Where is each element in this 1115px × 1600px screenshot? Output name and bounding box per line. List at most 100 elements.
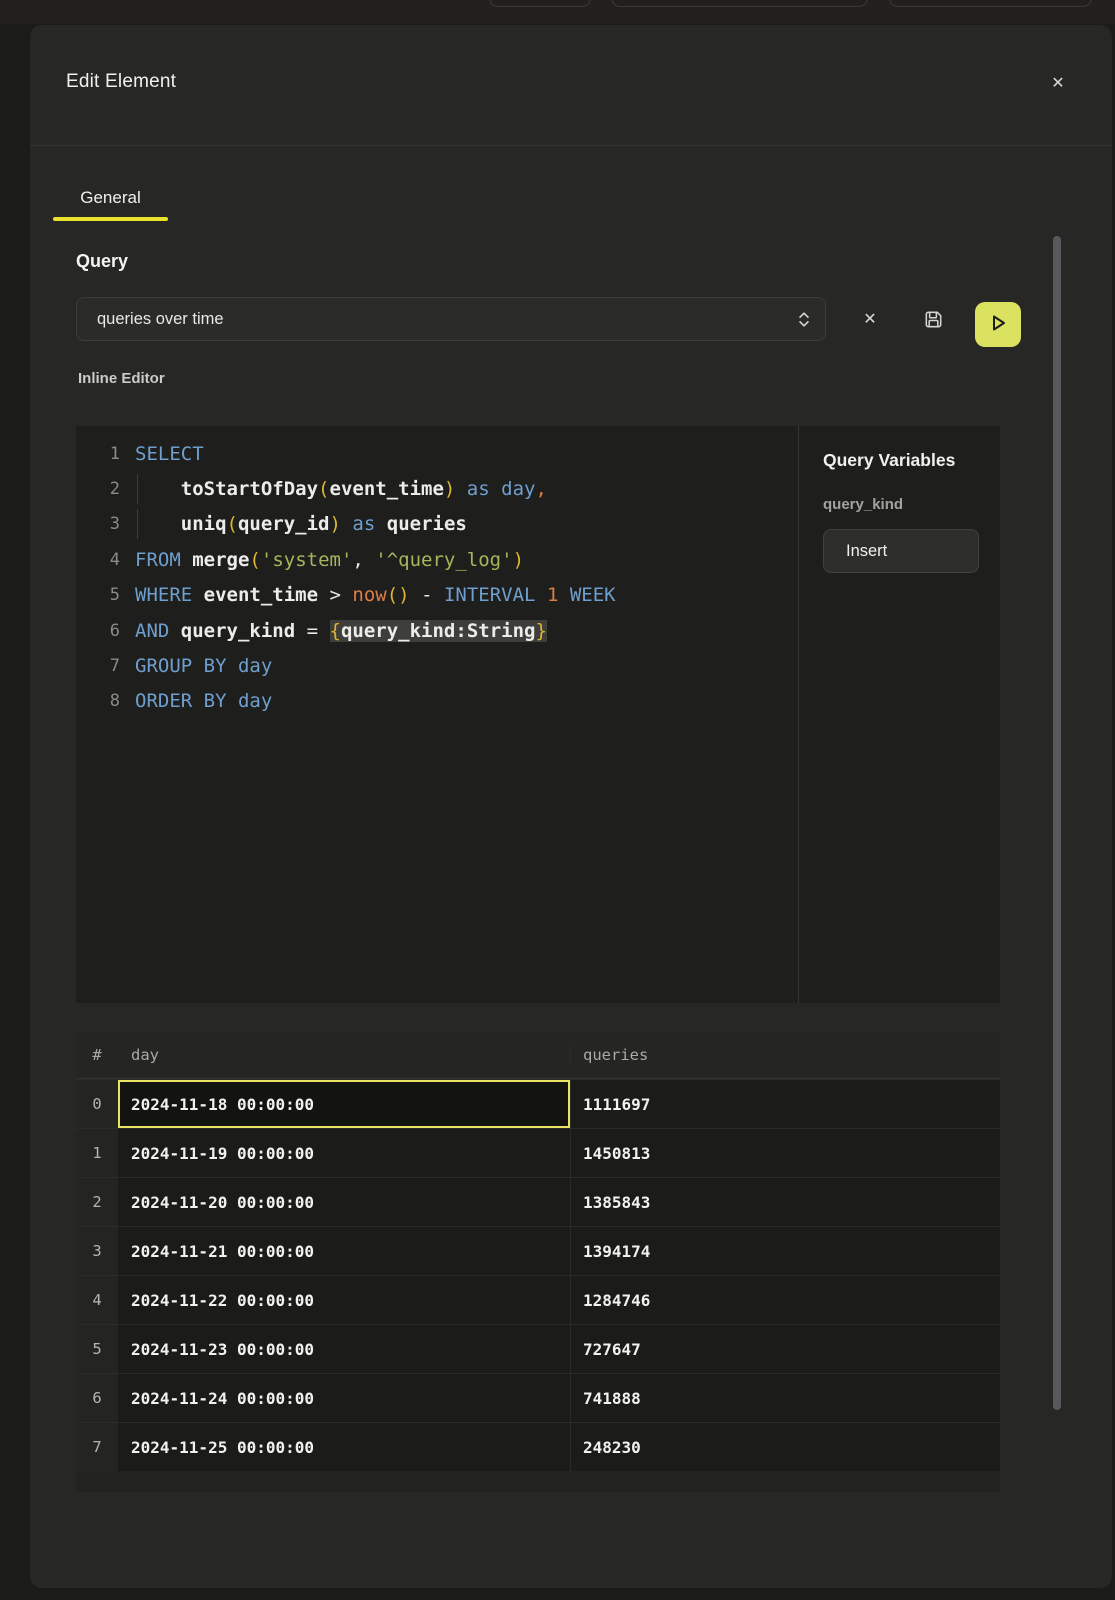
code-token: GROUP BY day xyxy=(135,655,272,677)
table-row: 52024-11-23 00:00:00727647 xyxy=(76,1324,1000,1373)
line-number: 5 xyxy=(76,585,120,605)
close-icon[interactable]: ✕ xyxy=(1042,67,1074,99)
queries-cell[interactable]: 1450813 xyxy=(570,1128,1000,1177)
save-icon[interactable] xyxy=(915,301,951,337)
code-token: merge xyxy=(192,549,249,571)
line-number: 3 xyxy=(76,514,120,534)
code-token: ORDER BY day xyxy=(135,690,272,712)
table-row: 12024-11-19 00:00:001450813 xyxy=(76,1128,1000,1177)
day-cell[interactable]: 2024-11-24 00:00:00 xyxy=(118,1373,570,1422)
day-cell[interactable]: 2024-11-22 00:00:00 xyxy=(118,1275,570,1324)
code-token: toStartOfDay xyxy=(181,478,318,500)
code-token xyxy=(169,620,180,642)
code-token xyxy=(433,584,444,606)
line-number: 2 xyxy=(76,479,120,499)
clear-query-icon[interactable]: ✕ xyxy=(852,301,888,337)
code-token xyxy=(295,620,306,642)
day-cell-selected[interactable]: 2024-11-18 00:00:00 xyxy=(118,1079,570,1128)
day-cell[interactable]: 2024-11-23 00:00:00 xyxy=(118,1324,570,1373)
code-token xyxy=(490,478,501,500)
code-line[interactable]: 8ORDER BY day xyxy=(76,684,798,719)
column-header-index: # xyxy=(76,1046,118,1064)
queries-cell[interactable]: 727647 xyxy=(570,1324,1000,1373)
code-token xyxy=(135,478,181,500)
header-divider xyxy=(30,145,1112,146)
table-row: 22024-11-20 00:00:001385843 xyxy=(76,1177,1000,1226)
run-query-button[interactable] xyxy=(975,302,1021,347)
code-token: queries xyxy=(387,513,467,535)
code-editor-area[interactable]: 1SELECT2 toStartOfDay(event_time) as day… xyxy=(76,426,798,1003)
row-index-cell[interactable]: 5 xyxy=(76,1324,118,1373)
queries-cell[interactable]: 741888 xyxy=(570,1373,1000,1422)
code-token xyxy=(192,584,203,606)
queries-cell[interactable]: 1394174 xyxy=(570,1226,1000,1275)
topbar-button-1[interactable] xyxy=(489,0,591,7)
code-text: GROUP BY day xyxy=(135,655,272,677)
code-token: 'system' xyxy=(261,549,353,571)
line-number: 6 xyxy=(76,621,120,641)
query-select-value: queries over time xyxy=(97,310,797,329)
sql-editor: 1SELECT2 toStartOfDay(event_time) as day… xyxy=(76,426,1000,1003)
code-line[interactable]: 6 AND query_kind = {query_kind:String} xyxy=(76,613,798,648)
code-line[interactable]: 7 GROUP BY day xyxy=(76,648,798,683)
code-line[interactable]: 4FROM merge('system', '^query_log') xyxy=(76,542,798,577)
code-token xyxy=(135,513,181,535)
queries-cell[interactable]: 1111697 xyxy=(570,1079,1000,1128)
code-token: ( xyxy=(318,478,329,500)
day-cell[interactable]: 2024-11-21 00:00:00 xyxy=(118,1226,570,1275)
day-cell[interactable]: 2024-11-19 00:00:00 xyxy=(118,1128,570,1177)
query-select[interactable]: queries over time xyxy=(76,297,826,341)
code-token: FROM xyxy=(135,549,181,571)
queries-cell[interactable]: 1385843 xyxy=(570,1177,1000,1226)
scrollbar[interactable] xyxy=(1053,236,1061,1410)
page-topbar xyxy=(0,0,1115,24)
code-token: = xyxy=(307,620,318,642)
code-token xyxy=(455,478,466,500)
code-token: query_kind xyxy=(181,620,295,642)
row-index-cell[interactable]: 3 xyxy=(76,1226,118,1275)
code-token: , xyxy=(535,478,546,500)
code-token: ( xyxy=(227,513,238,535)
row-index-cell[interactable]: 1 xyxy=(76,1128,118,1177)
code-line[interactable]: 2 toStartOfDay(event_time) as day, xyxy=(76,471,798,506)
queries-cell[interactable]: 248230 xyxy=(570,1422,1000,1471)
insert-variable-button[interactable]: Insert xyxy=(823,529,979,573)
code-text: SELECT xyxy=(135,443,204,465)
code-token: SELECT xyxy=(135,443,204,465)
day-cell[interactable]: 2024-11-25 00:00:00 xyxy=(118,1422,570,1471)
topbar-button-3[interactable] xyxy=(889,0,1092,7)
code-token: '^query_log' xyxy=(375,549,512,571)
tab-general[interactable]: General xyxy=(53,175,168,221)
code-token: day xyxy=(501,478,535,500)
topbar-button-2[interactable] xyxy=(611,0,868,7)
column-header-queries: queries xyxy=(570,1046,1000,1064)
code-token: - xyxy=(421,584,432,606)
line-number: 4 xyxy=(76,550,120,570)
queries-cell[interactable]: 1284746 xyxy=(570,1275,1000,1324)
code-token xyxy=(341,513,352,535)
code-token: WHERE xyxy=(135,584,192,606)
code-text: uniq(query_id) as queries xyxy=(135,513,467,535)
day-cell[interactable]: 2024-11-20 00:00:00 xyxy=(118,1177,570,1226)
code-token: } xyxy=(535,620,546,642)
row-index-cell[interactable]: 6 xyxy=(76,1373,118,1422)
code-token: 1 xyxy=(547,584,558,606)
row-index-cell[interactable]: 7 xyxy=(76,1422,118,1471)
row-index-cell[interactable]: 2 xyxy=(76,1177,118,1226)
code-token: now xyxy=(352,584,386,606)
line-number: 7 xyxy=(76,656,120,676)
code-token: AND xyxy=(135,620,169,642)
code-line[interactable]: 3 uniq(query_id) as queries xyxy=(76,507,798,542)
code-token: event_time xyxy=(330,478,444,500)
code-token xyxy=(318,584,329,606)
code-token: query_kind:String xyxy=(341,620,535,642)
code-line[interactable]: 5WHERE event_time > now() - INTERVAL 1 W… xyxy=(76,578,798,613)
row-index-cell[interactable]: 4 xyxy=(76,1275,118,1324)
variable-name-label: query_kind xyxy=(823,496,1000,513)
chevron-up-down-icon xyxy=(797,310,811,329)
code-line[interactable]: 1SELECT xyxy=(76,436,798,471)
code-token: INTERVAL xyxy=(444,584,536,606)
edit-element-modal: Edit Element ✕ General Query queries ove… xyxy=(30,25,1112,1588)
code-text: AND query_kind = {query_kind:String} xyxy=(135,620,547,642)
row-index-cell[interactable]: 0 xyxy=(76,1079,118,1128)
